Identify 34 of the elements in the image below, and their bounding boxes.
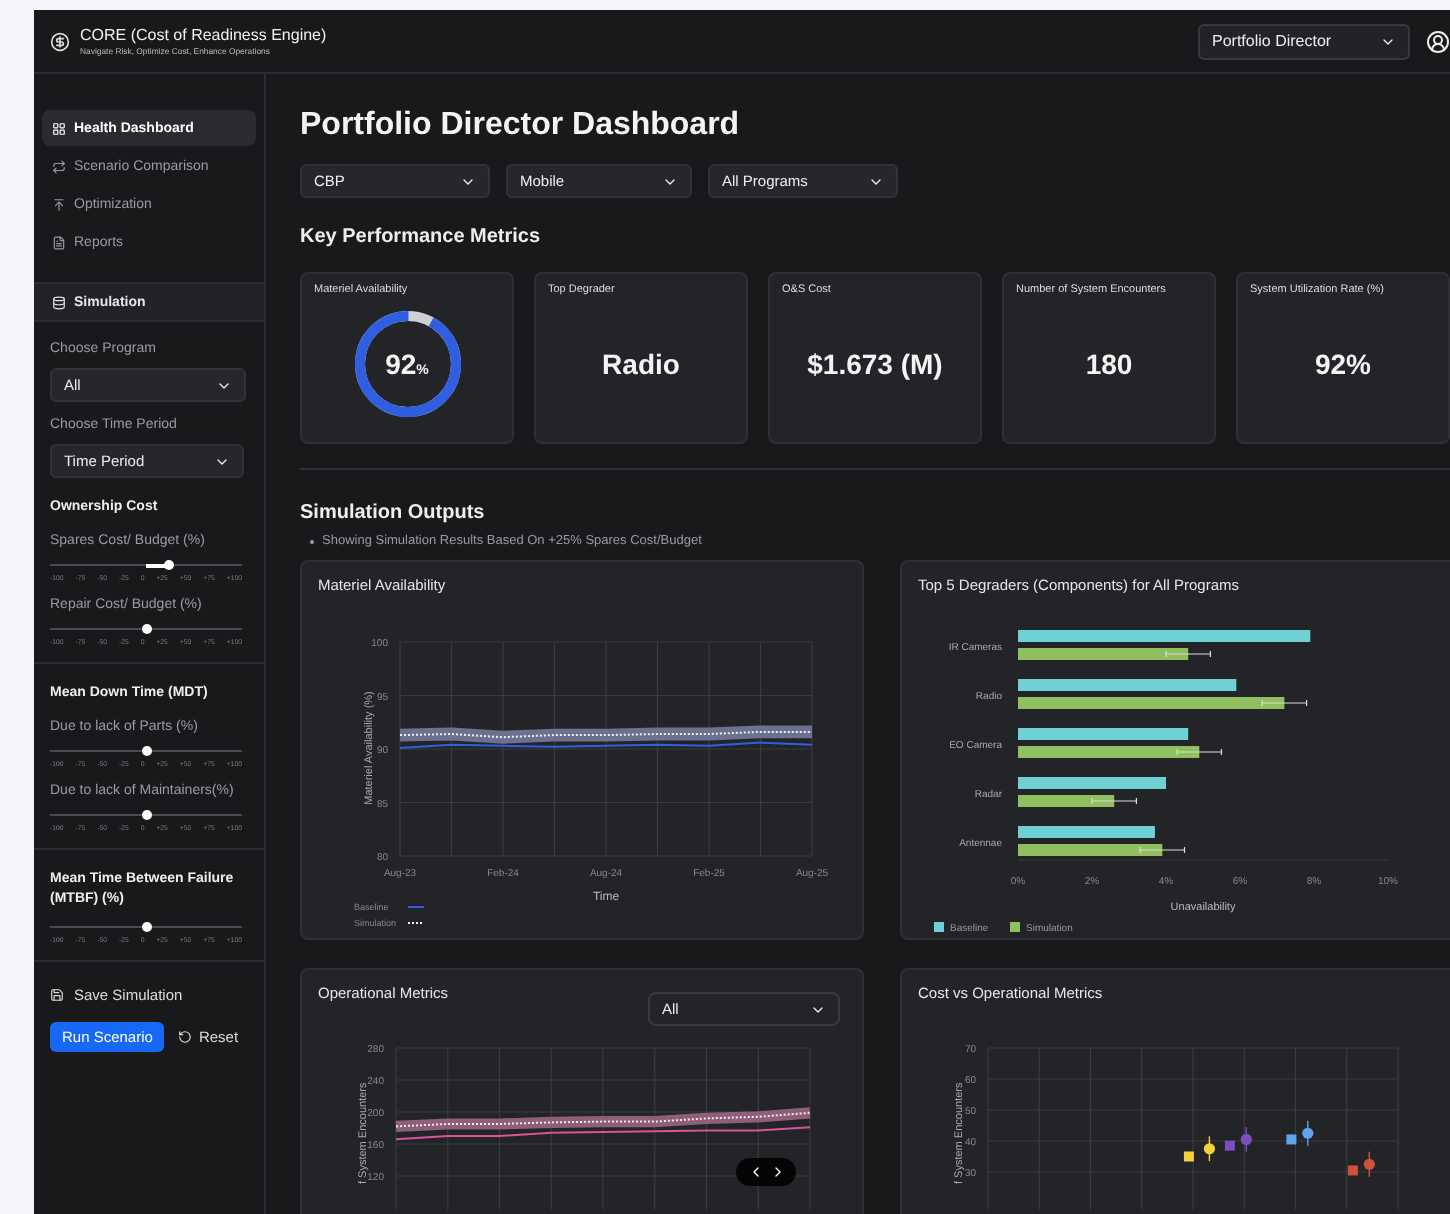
error-bar (1165, 650, 1211, 658)
legend-swatch (934, 922, 944, 932)
reset-icon (178, 1030, 193, 1044)
section-title: Simulation Outputs (300, 502, 487, 524)
pager-control[interactable] (736, 1158, 796, 1186)
legend-swatch (1010, 922, 1020, 932)
error-bar (1261, 699, 1308, 707)
repeat-icon (52, 159, 66, 173)
logo-icon (50, 31, 70, 51)
donut-gauge (354, 311, 460, 417)
kpi-value: Radio (602, 348, 680, 380)
section-title: Key Performance Metrics (300, 226, 543, 248)
app-title: CORE (Cost of Readiness Engine) (80, 26, 329, 44)
error-bar (1091, 797, 1137, 805)
kpi-value: 180 (1085, 348, 1133, 380)
save-icon (50, 988, 64, 1002)
grid-icon (52, 121, 66, 135)
bar (1018, 826, 1155, 838)
slider-thumb[interactable] (141, 746, 151, 756)
database-icon (52, 295, 66, 309)
kpi-value: 92% (1314, 348, 1372, 380)
slider-thumb[interactable] (141, 810, 151, 820)
error-bar (1139, 846, 1186, 854)
bar (1018, 795, 1115, 807)
document-icon (52, 235, 66, 249)
role-select[interactable]: Portfolio Director (1198, 23, 1410, 59)
arrow-up-icon (52, 197, 66, 211)
slider-thumb[interactable] (141, 922, 151, 932)
slider-thumb[interactable] (164, 560, 175, 570)
page-title: Portfolio Director Dashboard (300, 108, 742, 144)
error-bar (1176, 748, 1223, 756)
kpi-value: $1.673 (M) (807, 348, 943, 380)
user-icon[interactable] (1426, 29, 1450, 53)
slider-thumb[interactable] (141, 624, 151, 634)
